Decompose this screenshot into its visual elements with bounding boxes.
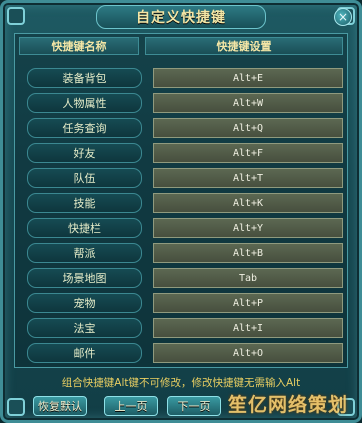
- shortcut-name: 装备背包: [27, 68, 142, 88]
- shortcut-key-field[interactable]: Alt+Y: [153, 218, 343, 238]
- shortcut-name: 技能: [27, 193, 142, 213]
- shortcut-key-field[interactable]: Alt+F: [153, 143, 343, 163]
- shortcut-key-field[interactable]: Alt+T: [153, 168, 343, 188]
- table-row: 任务查询 Alt+Q: [15, 118, 349, 138]
- shortcut-name: 邮件: [27, 343, 142, 363]
- shortcut-name: 宠物: [27, 293, 142, 313]
- watermark: 笙亿网络策划: [228, 394, 349, 416]
- shortcut-key-field[interactable]: Alt+I: [153, 318, 343, 338]
- window-title: 自定义快捷键: [136, 10, 226, 26]
- table-row: 场景地图 Tab: [15, 268, 349, 288]
- table-row: 装备背包 Alt+E: [15, 68, 349, 88]
- table-row: 技能 Alt+K: [15, 193, 349, 213]
- prev-page-button[interactable]: 上一页: [104, 396, 158, 416]
- table-row: 快捷栏 Alt+Y: [15, 218, 349, 238]
- shortcut-name: 任务查询: [27, 118, 142, 138]
- shortcut-table: 快捷键名称 快捷键设置 装备背包 Alt+E 人物属性 Alt+W 任务查询 A…: [14, 33, 348, 368]
- shortcut-key-field[interactable]: Alt+Q: [153, 118, 343, 138]
- table-row: 人物属性 Alt+W: [15, 93, 349, 113]
- shortcut-name: 好友: [27, 143, 142, 163]
- column-header-setting: 快捷键设置: [145, 37, 343, 55]
- table-row: 法宝 Alt+I: [15, 318, 349, 338]
- notice-text: 组合快捷键Alt键不可修改，修改快捷键无需输入Alt: [61, 377, 301, 389]
- shortcut-key-field[interactable]: Alt+E: [153, 68, 343, 88]
- shortcut-name: 快捷栏: [27, 218, 142, 238]
- table-row: 邮件 Alt+O: [15, 343, 349, 363]
- column-header-name: 快捷键名称: [19, 37, 139, 55]
- next-page-button[interactable]: 下一页: [167, 396, 221, 416]
- corner-ornament: [7, 7, 25, 25]
- shortcut-key-field[interactable]: Tab: [153, 268, 343, 288]
- table-row: 宠物 Alt+P: [15, 293, 349, 313]
- table-row: 好友 Alt+F: [15, 143, 349, 163]
- shortcut-name: 帮派: [27, 243, 142, 263]
- shortcut-name: 场景地图: [27, 268, 142, 288]
- corner-ornament: [7, 398, 25, 416]
- title-bar: 自定义快捷键: [96, 5, 266, 29]
- shortcut-key-field[interactable]: Alt+B: [153, 243, 343, 263]
- close-icon: ×: [337, 10, 349, 24]
- shortcut-key-field[interactable]: Alt+P: [153, 293, 343, 313]
- shortcut-name: 法宝: [27, 318, 142, 338]
- restore-default-button[interactable]: 恢复默认: [33, 396, 87, 416]
- close-button[interactable]: ×: [334, 8, 352, 26]
- table-row: 帮派 Alt+B: [15, 243, 349, 263]
- table-row: 队伍 Alt+T: [15, 168, 349, 188]
- shortcut-key-field[interactable]: Alt+O: [153, 343, 343, 363]
- shortcut-name: 队伍: [27, 168, 142, 188]
- shortcut-key-field[interactable]: Alt+W: [153, 93, 343, 113]
- shortcut-name: 人物属性: [27, 93, 142, 113]
- shortcut-key-field[interactable]: Alt+K: [153, 193, 343, 213]
